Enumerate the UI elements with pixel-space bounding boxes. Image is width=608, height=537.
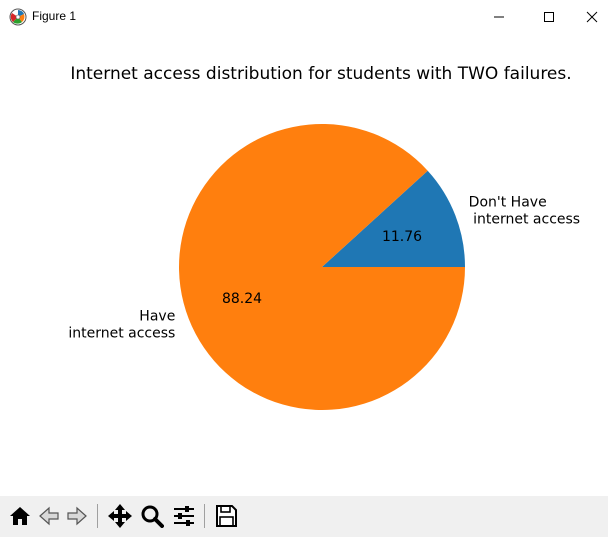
minimize-icon	[494, 16, 504, 18]
pie-slice	[179, 124, 465, 411]
save-button[interactable]	[212, 503, 240, 529]
configure-subplots-icon	[174, 506, 194, 526]
maximize-icon	[544, 12, 554, 22]
maximize-button[interactable]	[526, 0, 572, 34]
forward-button[interactable]	[64, 503, 90, 529]
back-arrow-icon	[39, 506, 59, 526]
window-title: Figure 1	[32, 9, 77, 23]
slice-value-label: 11.76	[382, 229, 422, 245]
slice-category-label: Don't Have internet access	[469, 195, 580, 228]
configure-subplots-button[interactable]	[170, 503, 198, 529]
window-titlebar: Figure 1	[0, 0, 608, 34]
slice-category-label: Have internet access	[68, 308, 175, 341]
minimize-button[interactable]	[476, 0, 522, 34]
forward-arrow-icon	[67, 506, 87, 526]
pan-button[interactable]	[106, 503, 134, 529]
toolbar-separator	[204, 504, 205, 528]
home-button[interactable]	[6, 503, 34, 529]
slice-category-label-line: internet access	[469, 212, 580, 228]
slice-category-label-line: internet access	[68, 325, 175, 341]
back-button[interactable]	[36, 503, 62, 529]
close-icon	[586, 11, 598, 23]
zoom-icon	[141, 505, 164, 528]
navigation-toolbar	[0, 496, 608, 537]
matplotlib-logo-icon	[9, 8, 27, 26]
chart-title: Internet access distribution for student…	[70, 64, 571, 84]
slice-category-label-line: Have	[139, 308, 175, 324]
home-icon	[10, 507, 30, 525]
save-icon	[216, 505, 237, 527]
slice-category-label-line: Don't Have	[469, 195, 547, 211]
figure-canvas: Internet access distribution for student…	[0, 34, 608, 496]
toolbar-separator	[97, 504, 98, 528]
pan-icon	[108, 504, 132, 528]
close-button[interactable]	[576, 0, 608, 34]
pie-chart: Internet access distribution for student…	[68, 64, 580, 411]
slice-value-label: 88.24	[222, 291, 262, 307]
zoom-button[interactable]	[138, 503, 166, 529]
